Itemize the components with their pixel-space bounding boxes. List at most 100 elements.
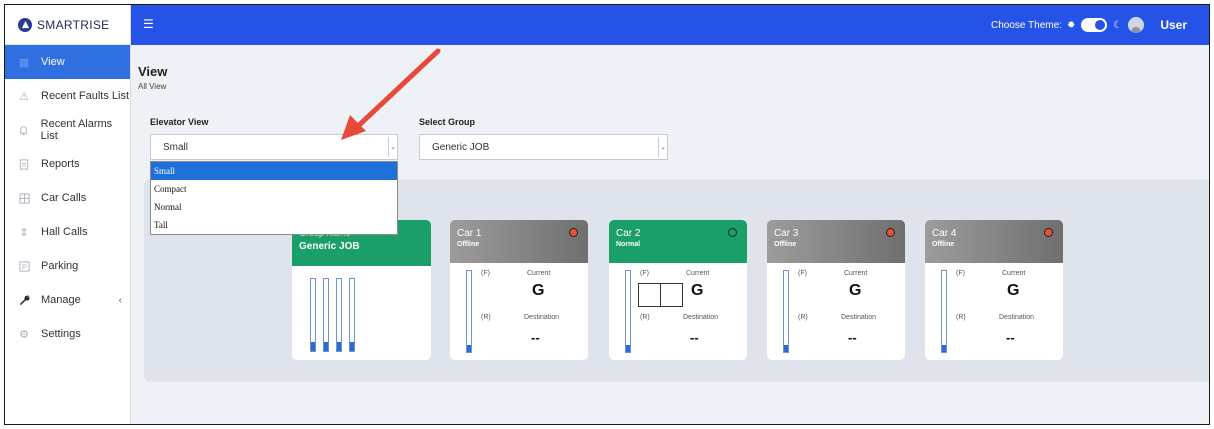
shaft-level	[324, 342, 328, 351]
page-title: View	[138, 64, 168, 79]
current-label: Current	[1002, 270, 1026, 277]
sidebar-item-reports[interactable]: Reports	[5, 147, 130, 181]
chevron-down-icon: ⌄	[658, 137, 667, 157]
car-card[interactable]: Car 4 Offline (F) (R) Current G Destination --	[925, 220, 1063, 360]
page-subtitle: All View	[138, 82, 167, 91]
menu-icon[interactable]: ☰	[143, 18, 154, 30]
sidebar-item-hall-calls[interactable]: ⇕ Hall Calls	[5, 215, 130, 249]
destination-label: Destination	[683, 314, 719, 321]
car-status: Offline	[457, 241, 480, 248]
select-group-select[interactable]: Generic JOB ⌄	[419, 134, 668, 160]
brand[interactable]: SMARTRISE	[5, 5, 130, 45]
arrows-icon: ⇕	[19, 226, 29, 239]
sidebar-item-parking[interactable]: P Parking	[5, 249, 130, 283]
current-label: Current	[844, 270, 868, 277]
shaft-level	[784, 345, 788, 352]
avatar[interactable]	[1128, 17, 1145, 33]
destination-label: Destination	[524, 314, 560, 321]
group-card[interactable]: Group Name Generic JOB	[292, 220, 431, 360]
select-group-value: Generic JOB	[432, 141, 490, 153]
current-floor: G	[532, 282, 545, 299]
group-shaft	[336, 278, 342, 352]
status-light-icon	[569, 228, 578, 237]
shaft-level	[467, 345, 471, 352]
destination-label: Destination	[841, 314, 877, 321]
top-bar: ☰ Choose Theme: ✹ ☾ User	[131, 5, 1209, 45]
sidebar-item-car-calls[interactable]: Car Calls	[5, 181, 130, 215]
sun-icon: ✹	[1066, 19, 1076, 31]
car-shaft	[466, 270, 472, 353]
theme-controls: Choose Theme: ✹ ☾ User	[990, 5, 1209, 45]
sidebar: SMARTRISE ▦ View ⚠ Recent Faults List Re…	[5, 5, 131, 424]
sidebar-item-label: Recent Faults List	[41, 90, 130, 102]
sidebar-item-view[interactable]: ▦ View	[5, 45, 130, 79]
destination-floor: --	[531, 330, 540, 345]
shaft-level	[311, 342, 315, 351]
main-content: View All View Elevator View Small ⌄ Smal…	[131, 45, 1209, 424]
status-light-icon	[1044, 228, 1053, 237]
sidebar-item-settings[interactable]: ⚙ Settings	[5, 317, 130, 351]
car-shaft	[625, 270, 631, 353]
group-shaft	[323, 278, 329, 352]
sidebar-item-manage[interactable]: Manage ‹	[5, 283, 130, 317]
elevator-view-label: Elevator View	[150, 117, 209, 127]
shaft-level	[337, 342, 341, 351]
sidebar-item-recent-faults[interactable]: ⚠ Recent Faults List	[5, 79, 130, 113]
dropdown-option-normal[interactable]: Normal	[151, 198, 397, 216]
car-card[interactable]: Car 2 Normal (F) (R) Current G Destination --	[609, 220, 747, 360]
brand-name: SMARTRISE	[37, 17, 110, 32]
car-status: Normal	[616, 241, 641, 248]
destination-floor: --	[848, 330, 857, 345]
car-doors	[638, 283, 683, 307]
svg-text:P: P	[22, 262, 27, 271]
theme-label: Choose Theme:	[990, 19, 1062, 31]
destination-floor: --	[690, 330, 699, 345]
car-status: Offline	[932, 241, 955, 248]
car-card-header: Car 4 Offline	[925, 220, 1063, 263]
rear-label: (R)	[640, 314, 650, 321]
theme-toggle[interactable]	[1081, 18, 1108, 32]
chevron-left-icon: ‹	[118, 294, 122, 306]
dropdown-option-compact[interactable]: Compact	[151, 180, 397, 198]
sidebar-item-label: Reports	[41, 158, 80, 170]
sidebar-item-label: View	[41, 56, 65, 68]
gear-icon: ⚙	[19, 328, 29, 341]
car-card-header: Car 3 Offline	[767, 220, 905, 263]
logo-icon	[18, 17, 32, 32]
current-label: Current	[527, 270, 551, 277]
front-label: (F)	[481, 270, 490, 277]
elevator-view-select[interactable]: Small ⌄	[150, 134, 398, 160]
parking-icon: P	[17, 259, 31, 273]
car-card[interactable]: Car 3 Offline (F) (R) Current G Destination --	[767, 220, 905, 360]
group-shaft	[349, 278, 355, 352]
user-menu[interactable]: User	[1160, 18, 1187, 32]
current-floor: G	[1007, 282, 1020, 299]
rear-label: (R)	[798, 314, 808, 321]
door-panel	[661, 284, 682, 306]
destination-floor: --	[1006, 330, 1015, 345]
car-card[interactable]: Car 1 Offline (F) (R) Current G Destination --	[450, 220, 588, 360]
select-group-label: Select Group	[419, 117, 476, 127]
car-shaft	[783, 270, 789, 353]
dropdown-option-tall[interactable]: Tall	[151, 216, 397, 234]
car-shaft	[941, 270, 947, 353]
current-floor: G	[849, 282, 862, 299]
keypad-icon	[17, 191, 31, 205]
sidebar-item-label: Recent Alarms List	[40, 118, 113, 142]
grid-icon: ▦	[18, 56, 30, 69]
rear-label: (R)	[956, 314, 966, 321]
destination-label: Destination	[999, 314, 1035, 321]
dropdown-option-small[interactable]: Small	[151, 162, 397, 180]
chevron-down-icon: ⌄	[388, 137, 397, 157]
status-light-icon	[886, 228, 895, 237]
user-icon	[1131, 27, 1142, 33]
rear-label: (R)	[481, 314, 491, 321]
car-status: Offline	[774, 241, 797, 248]
shaft-level	[942, 345, 946, 352]
sidebar-item-recent-alarms[interactable]: Recent Alarms List	[5, 113, 130, 147]
front-label: (F)	[798, 270, 807, 277]
group-name: Generic JOB	[299, 241, 360, 252]
shaft-level	[626, 345, 630, 352]
bell-icon	[17, 123, 31, 137]
front-label: (F)	[640, 270, 649, 277]
